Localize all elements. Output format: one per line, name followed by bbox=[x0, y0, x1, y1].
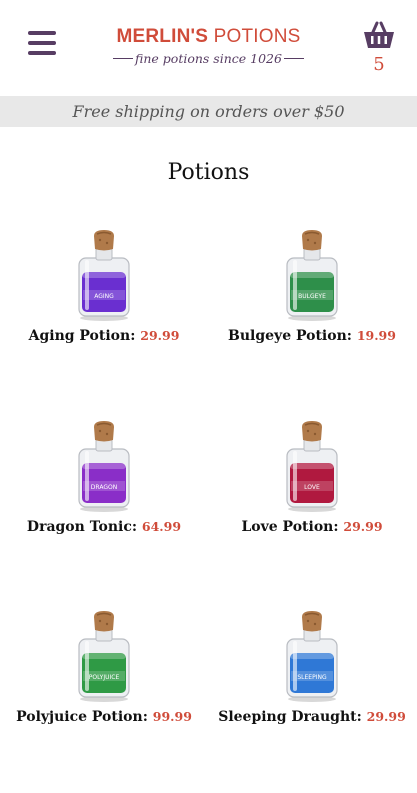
product-title: Dragon Tonic: 64.99 bbox=[0, 519, 208, 535]
product-name: Aging Potion: bbox=[28, 328, 136, 344]
product-title: Aging Potion: 29.99 bbox=[0, 328, 208, 344]
svg-text:AGING: AGING bbox=[94, 293, 114, 300]
product-price: 99.99 bbox=[152, 709, 192, 724]
brand-tagline: fine potions since 1026 bbox=[90, 51, 327, 66]
tagline-text: fine potions since 1026 bbox=[135, 51, 282, 66]
svg-text:POLYJUICE: POLYJUICE bbox=[89, 674, 120, 681]
product-card[interactable]: LOVE Love Potion: 29.99 bbox=[208, 421, 416, 535]
potion-bottle-image: DRAGON bbox=[78, 421, 130, 512]
basket-icon bbox=[364, 21, 394, 48]
product-title: Bulgeye Potion: 19.99 bbox=[208, 328, 416, 344]
potion-bottle-image: AGING bbox=[78, 230, 130, 321]
svg-text:DRAGON: DRAGON bbox=[91, 484, 117, 491]
product-card[interactable]: AGING Aging Potion: 29.99 bbox=[0, 230, 208, 344]
svg-text:LOVE: LOVE bbox=[304, 484, 320, 491]
product-title: Polyjuice Potion: 99.99 bbox=[0, 709, 208, 725]
svg-text:SLEEPING: SLEEPING bbox=[297, 674, 327, 681]
potion-bottle-image: BULGEYE bbox=[286, 230, 338, 321]
product-title: Love Potion: 29.99 bbox=[208, 519, 416, 535]
tagline-rule-right bbox=[283, 58, 304, 59]
potion-bottle-image: POLYJUICE bbox=[78, 611, 130, 702]
cart-button[interactable]: 5 bbox=[359, 20, 399, 75]
shipping-banner-text: Free shipping on orders over $50 bbox=[72, 102, 345, 121]
cart-count: 5 bbox=[373, 54, 385, 75]
product-card[interactable]: BULGEYE Bulgeye Potion: 19.99 bbox=[208, 230, 416, 344]
site-header: MERLIN'S POTIONS fine potions since 1026… bbox=[0, 0, 417, 96]
hamburger-menu-icon[interactable] bbox=[28, 31, 56, 57]
product-price: 64.99 bbox=[141, 519, 182, 534]
product-name: Dragon Tonic: bbox=[26, 519, 138, 535]
brand-name-bold: MERLIN'S bbox=[116, 26, 209, 47]
product-card[interactable]: SLEEPING Sleeping Draught: 29.99 bbox=[208, 611, 416, 725]
brand-name-light: POTIONS bbox=[213, 26, 301, 47]
potion-bottle-image: LOVE bbox=[286, 421, 338, 512]
page-title: Potions bbox=[167, 160, 250, 185]
product-price: 19.99 bbox=[356, 328, 396, 343]
product-name: Sleeping Draught: bbox=[218, 709, 362, 725]
brand-logo[interactable]: MERLIN'S POTIONS fine potions since 1026 bbox=[90, 26, 327, 66]
brand-name: MERLIN'S POTIONS bbox=[90, 26, 327, 48]
shipping-banner: Free shipping on orders over $50 bbox=[0, 96, 417, 127]
product-title: Sleeping Draught: 29.99 bbox=[208, 709, 416, 725]
product-price: 29.99 bbox=[366, 709, 406, 724]
svg-text:BULGEYE: BULGEYE bbox=[298, 293, 326, 300]
potion-bottle-image: SLEEPING bbox=[286, 611, 338, 702]
product-card[interactable]: POLYJUICE Polyjuice Potion: 99.99 bbox=[0, 611, 208, 725]
product-price: 29.99 bbox=[343, 519, 383, 534]
tagline-rule-left bbox=[113, 58, 134, 59]
product-card[interactable]: DRAGON Dragon Tonic: 64.99 bbox=[0, 421, 208, 535]
product-name: Bulgeye Potion: bbox=[228, 328, 352, 344]
product-name: Love Potion: bbox=[241, 519, 339, 535]
product-name: Polyjuice Potion: bbox=[16, 709, 148, 725]
product-price: 29.99 bbox=[140, 328, 180, 343]
